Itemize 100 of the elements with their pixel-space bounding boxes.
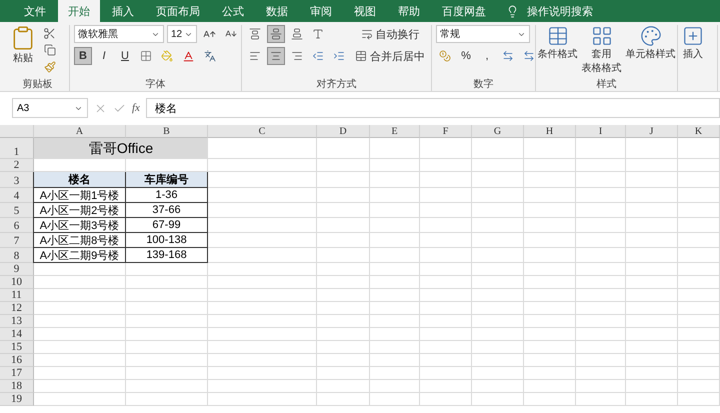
- ribbon-tab[interactable]: 数据: [256, 0, 298, 22]
- font-size-field[interactable]: 12: [167, 25, 197, 43]
- empty-cell[interactable]: [420, 315, 472, 328]
- empty-cell[interactable]: [317, 138, 370, 159]
- empty-cell[interactable]: [317, 354, 370, 367]
- empty-cell[interactable]: [472, 159, 524, 172]
- column-header[interactable]: C: [208, 125, 317, 138]
- empty-cell[interactable]: [420, 341, 472, 354]
- ribbon-tab[interactable]: 审阅: [300, 0, 342, 22]
- row-number[interactable]: 18: [0, 380, 34, 393]
- empty-cell[interactable]: [576, 315, 626, 328]
- empty-cell[interactable]: [626, 138, 678, 159]
- empty-cell[interactable]: [678, 159, 720, 172]
- empty-cell[interactable]: [472, 218, 524, 233]
- empty-cell[interactable]: [576, 159, 626, 172]
- style-gallery-button[interactable]: 单元格样式: [626, 25, 676, 77]
- empty-cell[interactable]: [420, 367, 472, 380]
- row-number[interactable]: 4: [0, 188, 34, 203]
- empty-cell[interactable]: [524, 328, 576, 341]
- column-header[interactable]: F: [420, 125, 472, 138]
- select-all-corner[interactable]: [0, 125, 34, 138]
- row-number[interactable]: 3: [0, 172, 34, 188]
- empty-cell[interactable]: [317, 341, 370, 354]
- row-number[interactable]: 15: [0, 341, 34, 354]
- paste-button[interactable]: 粘贴: [10, 25, 36, 77]
- empty-cell[interactable]: [126, 367, 208, 380]
- empty-cell[interactable]: [420, 172, 472, 188]
- empty-cell[interactable]: [472, 341, 524, 354]
- empty-cell[interactable]: [208, 380, 317, 393]
- empty-cell[interactable]: [576, 276, 626, 289]
- empty-cell[interactable]: [576, 302, 626, 315]
- empty-cell[interactable]: [524, 393, 576, 406]
- empty-cell[interactable]: [317, 289, 370, 302]
- empty-cell[interactable]: [370, 203, 420, 218]
- empty-cell[interactable]: [208, 315, 317, 328]
- empty-cell[interactable]: [472, 233, 524, 248]
- empty-cell[interactable]: [208, 289, 317, 302]
- empty-cell[interactable]: [576, 341, 626, 354]
- empty-cell[interactable]: [317, 172, 370, 188]
- empty-cell[interactable]: [208, 328, 317, 341]
- empty-cell[interactable]: [626, 328, 678, 341]
- empty-cell[interactable]: [626, 393, 678, 406]
- empty-cell[interactable]: [524, 172, 576, 188]
- empty-cell[interactable]: [370, 248, 420, 263]
- empty-cell[interactable]: [126, 302, 208, 315]
- font-style-button[interactable]: U: [116, 47, 134, 65]
- empty-cell[interactable]: [126, 289, 208, 302]
- empty-cell[interactable]: [317, 233, 370, 248]
- empty-cell[interactable]: [420, 276, 472, 289]
- empty-cell[interactable]: [678, 393, 720, 406]
- empty-cell[interactable]: [678, 276, 720, 289]
- column-header[interactable]: D: [317, 125, 370, 138]
- empty-cell[interactable]: [317, 393, 370, 406]
- empty-cell[interactable]: [576, 393, 626, 406]
- empty-cell[interactable]: [420, 289, 472, 302]
- ribbon-tab[interactable]: 百度网盘: [432, 0, 496, 22]
- empty-cell[interactable]: [626, 172, 678, 188]
- empty-cell[interactable]: [472, 276, 524, 289]
- ribbon-tab[interactable]: 文件: [14, 0, 56, 22]
- empty-cell[interactable]: [626, 233, 678, 248]
- empty-cell[interactable]: [208, 159, 317, 172]
- empty-cell[interactable]: [126, 341, 208, 354]
- empty-cell[interactable]: [370, 218, 420, 233]
- empty-cell[interactable]: [420, 248, 472, 263]
- empty-cell[interactable]: [678, 138, 720, 159]
- empty-cell[interactable]: [472, 354, 524, 367]
- empty-cell[interactable]: [626, 302, 678, 315]
- row-number[interactable]: 11: [0, 289, 34, 302]
- empty-cell[interactable]: [524, 248, 576, 263]
- empty-cell[interactable]: [678, 203, 720, 218]
- ribbon-tab[interactable]: 视图: [344, 0, 386, 22]
- row-number[interactable]: 19: [0, 393, 34, 406]
- row-number[interactable]: 17: [0, 367, 34, 380]
- empty-cell[interactable]: [626, 263, 678, 276]
- row-number[interactable]: 10: [0, 276, 34, 289]
- row-number[interactable]: 9: [0, 263, 34, 276]
- empty-cell[interactable]: [317, 159, 370, 172]
- column-header[interactable]: I: [576, 125, 626, 138]
- empty-cell[interactable]: [678, 172, 720, 188]
- empty-cell[interactable]: [208, 354, 317, 367]
- row-number[interactable]: 16: [0, 354, 34, 367]
- empty-cell[interactable]: [472, 302, 524, 315]
- empty-cell[interactable]: [317, 328, 370, 341]
- empty-cell[interactable]: [472, 315, 524, 328]
- row-number[interactable]: 6: [0, 218, 34, 233]
- empty-cell[interactable]: [524, 188, 576, 203]
- empty-cell[interactable]: [576, 380, 626, 393]
- empty-cell[interactable]: [317, 276, 370, 289]
- vertical-align-button[interactable]: [267, 25, 285, 43]
- row-number[interactable]: 12: [0, 302, 34, 315]
- empty-cell[interactable]: [576, 367, 626, 380]
- empty-cell[interactable]: [678, 302, 720, 315]
- empty-cell[interactable]: [626, 380, 678, 393]
- empty-cell[interactable]: [420, 380, 472, 393]
- empty-cell[interactable]: [678, 315, 720, 328]
- empty-cell[interactable]: [678, 367, 720, 380]
- empty-cell[interactable]: [524, 159, 576, 172]
- empty-cell[interactable]: [576, 328, 626, 341]
- name-box[interactable]: A3: [12, 98, 88, 118]
- empty-cell[interactable]: [370, 302, 420, 315]
